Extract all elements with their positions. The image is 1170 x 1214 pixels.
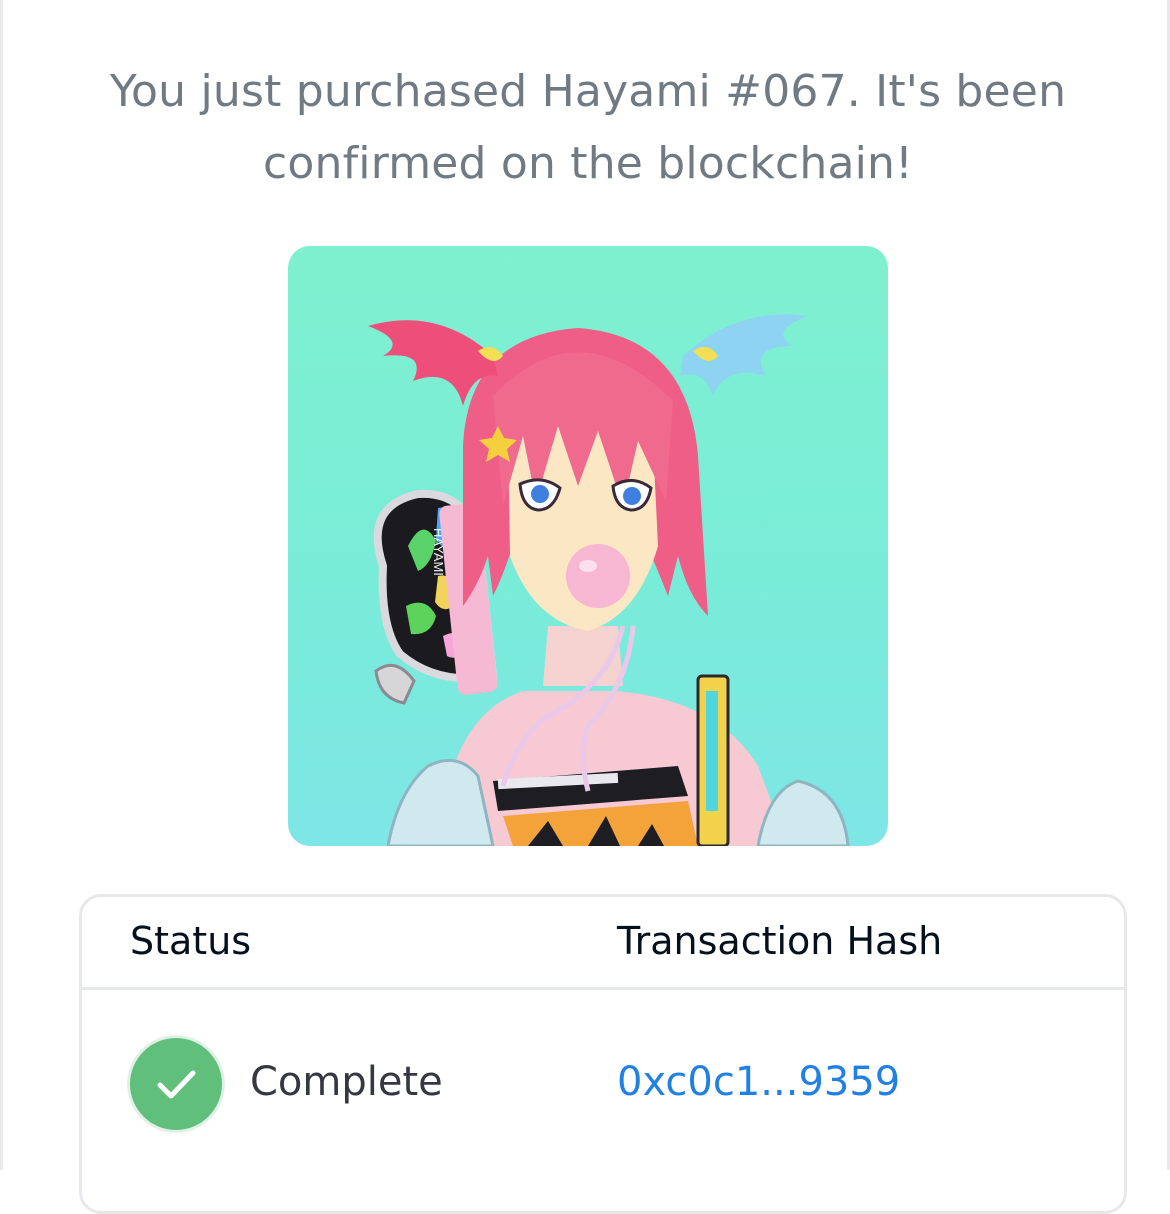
table-row: Complete 0xc0c1...9359 xyxy=(82,990,1124,1200)
transaction-table: Status Transaction Hash Complete 0xc0c1.… xyxy=(79,894,1127,1214)
nft-image[interactable]: HAYAMI xyxy=(288,246,888,846)
table-header: Status Transaction Hash xyxy=(82,897,1124,990)
status-column-header: Status xyxy=(130,919,252,963)
nft-artwork: HAYAMI xyxy=(368,314,850,846)
status-value: Complete xyxy=(250,1059,443,1105)
transaction-hash-column-header: Transaction Hash xyxy=(617,919,943,963)
transaction-hash-link[interactable]: 0xc0c1...9359 xyxy=(617,1054,900,1110)
purchase-message: You just purchased Hayami #067. It's bee… xyxy=(109,66,1067,189)
purchase-confirmation-panel: You just purchased Hayami #067. It's bee… xyxy=(0,0,1170,1214)
check-icon xyxy=(130,1038,222,1130)
